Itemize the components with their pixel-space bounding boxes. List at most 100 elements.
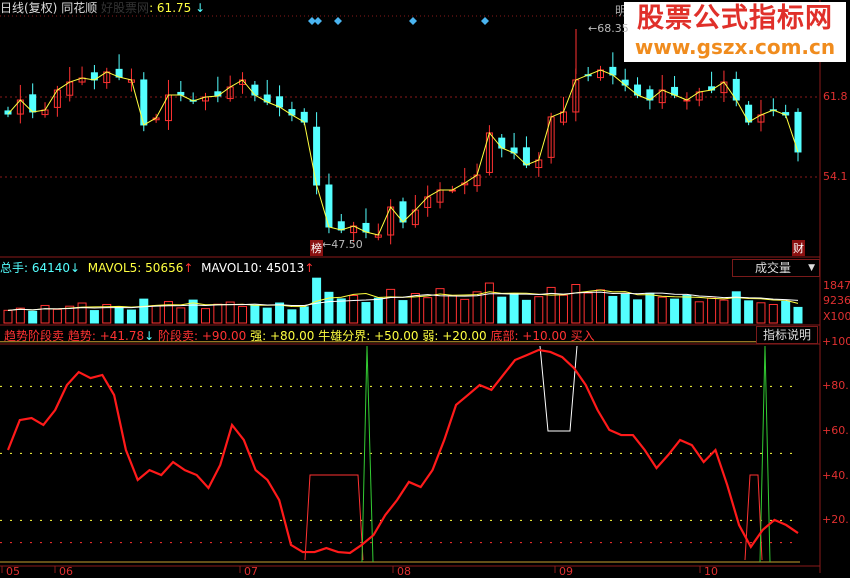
indicator-axis-label: +100: [822, 334, 850, 348]
down-arrow-icon: ↓: [70, 261, 81, 275]
mavol10-value: 45013: [266, 261, 305, 275]
volume-bar: [373, 297, 383, 324]
volume-bar: [3, 309, 13, 324]
volume-axis-label: X100: [823, 310, 850, 323]
volume-bar: [262, 307, 272, 324]
indicator-help-button[interactable]: 指标说明: [756, 326, 819, 344]
event-diamond-icon: [409, 17, 417, 25]
volume-bar: [386, 288, 396, 324]
bottom-zone: [744, 474, 763, 561]
indicator-axis-label: +60.: [822, 424, 849, 438]
volume-bar: [349, 294, 359, 324]
volume-bar: [447, 295, 457, 324]
indicator-header: 趋势阶段卖 趋势: +41.78↓ 阶段卖: +90.00 强: +80.00 …: [4, 329, 595, 343]
bottom-zone: [304, 474, 364, 561]
watermark-title: 股票公式指标网: [637, 3, 833, 34]
volume-indicator-select[interactable]: 成交量 ▼: [732, 259, 820, 277]
chart-header: 日线(复权) 同花顺 好股票网: 61.75 ↓: [0, 1, 205, 15]
indicator-axis-label: +40.: [822, 468, 849, 482]
high-price-label: ←68.35: [588, 22, 629, 35]
indicator-axis-label: +20.: [822, 513, 849, 527]
volume-bar: [657, 296, 667, 324]
mavol5-value: 50656: [145, 261, 184, 275]
total-volume: 64140: [31, 261, 71, 275]
volume-bar: [509, 293, 519, 324]
volume-bar: [299, 306, 309, 324]
volume-bar: [77, 302, 87, 324]
volume-bar: [534, 296, 544, 324]
volume-bar: [546, 286, 556, 324]
volume-bar: [768, 303, 778, 324]
volume-bar: [361, 302, 371, 324]
stage-sell-zone: [539, 345, 578, 432]
volume-bar: [793, 306, 803, 324]
time-axis-label: 05: [6, 565, 20, 578]
indicator-axis-label: +80.: [822, 379, 849, 393]
volume-bar: [139, 298, 149, 324]
event-diamond-icon: [481, 17, 489, 25]
low-price-label: ←47.50: [322, 238, 363, 251]
volume-bar: [620, 293, 630, 324]
volume-bar: [324, 291, 334, 324]
trend-line: [6, 348, 799, 555]
volume-bar: [484, 282, 494, 324]
volume-bar: [596, 289, 605, 324]
volume-bar: [201, 308, 210, 324]
finance-badge[interactable]: 财: [792, 240, 805, 256]
list-badge[interactable]: 榜: [310, 240, 323, 256]
volume-bar: [275, 302, 285, 324]
down-arrow-icon: ↓: [144, 329, 155, 343]
volume-header: 总手: 64140↓ MAVOL5: 50656↑ MAVOL10: 45013…: [0, 261, 315, 275]
volume-bar: [497, 296, 507, 324]
volume-bar: [682, 294, 692, 324]
volume-bar: [336, 298, 346, 324]
volume-bar: [608, 295, 618, 324]
volume-bar: [89, 310, 99, 324]
volume-bar: [460, 298, 470, 324]
volume-bar: [744, 300, 754, 324]
volume-bar: [213, 303, 223, 324]
volume-bar: [15, 307, 25, 324]
volume-bar: [781, 300, 791, 324]
price-axis-label: 61.8: [823, 90, 848, 103]
volume-bar: [756, 302, 766, 324]
dropdown-arrow-icon: ▼: [808, 263, 815, 273]
time-axis-label: 08: [397, 565, 411, 578]
volume-bar: [151, 305, 161, 324]
volume-axis-label: 9236: [823, 294, 850, 307]
down-arrow-icon: ↓: [195, 1, 206, 15]
watermark-logo: 股票公式指标网 www.gszx.com.cn: [624, 2, 846, 62]
watermark-url: www.gszx.com.cn: [634, 35, 836, 59]
candle: [251, 84, 259, 96]
candle: [621, 79, 629, 86]
volume-bar: [114, 306, 124, 324]
candle: [745, 104, 753, 123]
event-diamond-icon: [334, 17, 342, 25]
volume-bar: [398, 300, 408, 324]
candle: [276, 96, 284, 108]
time-axis-label: 09: [559, 565, 573, 578]
time-axis-label: 07: [244, 565, 258, 578]
price-axis-label: 54.1: [823, 170, 848, 183]
candle: [498, 137, 506, 149]
indicator-name: 趋势阶段卖: [4, 329, 65, 343]
volume-bar: [571, 284, 581, 324]
volume-bar: [731, 291, 741, 324]
stock-chart[interactable]: [0, 0, 850, 573]
price-value: : 61.75: [149, 1, 192, 15]
volume-bar: [238, 305, 248, 324]
volume-bar: [250, 304, 260, 324]
volume-bar: [28, 310, 38, 324]
up-arrow-icon: ↑: [304, 261, 315, 275]
volume-bar: [52, 308, 62, 324]
volume-bar: [694, 301, 704, 324]
volume-bar: [423, 297, 433, 324]
volume-bar: [40, 304, 50, 324]
time-axis-label: 10: [704, 565, 718, 578]
volume-bar: [126, 309, 136, 324]
volume-bar: [645, 292, 655, 324]
up-arrow-icon: ↑: [183, 261, 194, 275]
trend-value: +41.78: [99, 329, 145, 343]
buy-signal: [759, 345, 771, 563]
volume-bar: [670, 298, 680, 324]
